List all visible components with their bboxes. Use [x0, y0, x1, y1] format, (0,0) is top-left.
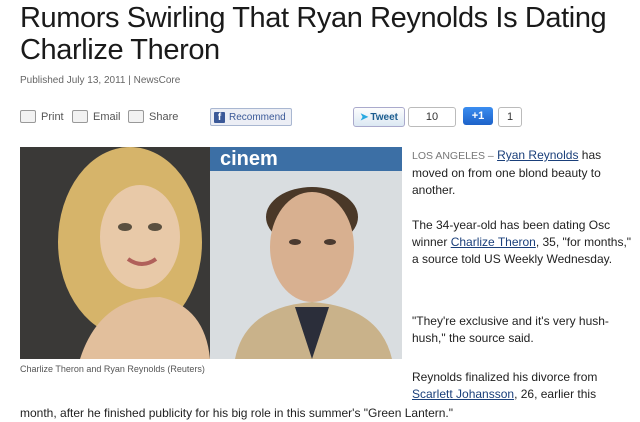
print-button[interactable]: Print — [20, 110, 64, 123]
print-label: Print — [41, 110, 64, 123]
svg-text:cinem: cinem — [220, 148, 278, 170]
tweet-label: Tweet — [370, 111, 398, 123]
paragraph-2-text-a: The 34-year-old has been dating Osc — [412, 218, 611, 232]
share-icon — [128, 110, 144, 123]
facebook-recommend-button[interactable]: f Recommend — [210, 108, 292, 126]
tweet-button[interactable]: ➤ Tweet — [353, 107, 405, 127]
article-headline: Rumors Swirling That Ryan Reynolds Is Da… — [20, 2, 607, 66]
printer-icon — [20, 110, 36, 123]
paragraph-2: winner Charlize Theron, 35, "for months,… — [412, 234, 640, 268]
paragraph-3: "They're exclusive and it's very hush-hu… — [412, 313, 640, 347]
paragraph-4-text-a: Reynolds finalized his divorce from — [412, 370, 598, 384]
share-button[interactable]: Share — [128, 110, 178, 123]
dateline: LOS ANGELES – — [412, 150, 494, 162]
email-label: Email — [93, 110, 121, 123]
paragraph-2-line-1: The 34-year-old has been dating Osc — [412, 217, 640, 234]
twitter-bird-icon: ➤ — [360, 111, 369, 123]
photo-illustration: cinem — [20, 147, 402, 359]
tweet-count: 10 — [408, 107, 456, 127]
ryan-reynolds-link[interactable]: Ryan Reynolds — [497, 148, 578, 162]
charlize-theron-link[interactable]: Charlize Theron — [451, 235, 536, 249]
article-photo: cinem — [20, 147, 402, 359]
envelope-icon — [72, 110, 88, 123]
scarlett-johansson-link[interactable]: Scarlett Johansson — [412, 387, 514, 401]
paragraph-1: LOS ANGELES – Ryan Reynolds has moved on… — [412, 147, 640, 199]
paragraph-2-text-b: winner — [412, 235, 451, 249]
facebook-icon: f — [214, 111, 225, 123]
email-button[interactable]: Email — [72, 110, 121, 123]
paragraph-4-text-b: , 26, earlier this — [514, 387, 597, 401]
paragraph-4: Reynolds finalized his divorce from Scar… — [412, 369, 640, 403]
recommend-label: Recommend — [229, 111, 286, 123]
google-plus-one-button[interactable]: +1 — [463, 107, 493, 125]
paragraph-4-continuation: month, after he finished publicity for h… — [20, 406, 454, 420]
paragraph-3-text: "They're exclusive and it's very hush-hu… — [412, 314, 609, 345]
share-toolbar: Print Email Share f Recommend ➤ Tweet 10… — [20, 104, 630, 132]
share-label: Share — [149, 110, 179, 123]
plus-one-count: 1 — [498, 107, 522, 127]
published-date: Published July 13, 2011 | NewsCore — [20, 75, 181, 86]
photo-caption: Charlize Theron and Ryan Reynolds (Reute… — [20, 364, 205, 374]
